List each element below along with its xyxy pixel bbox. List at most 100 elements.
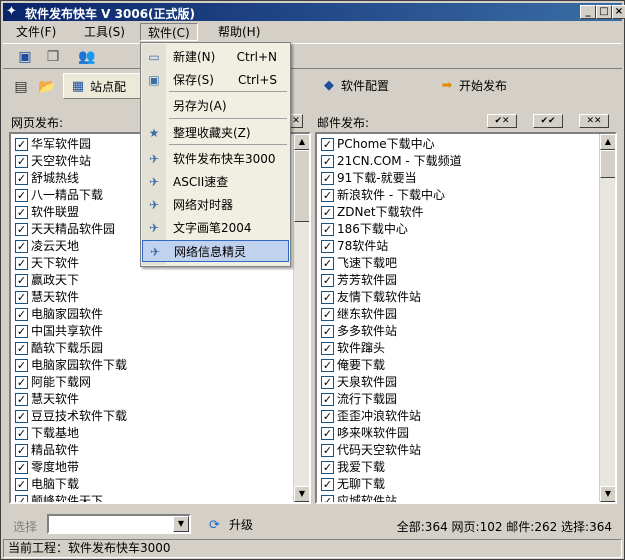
list-item[interactable]: ✓ 下载基地 [13, 425, 127, 442]
checkbox-checked[interactable]: ✓ [321, 495, 334, 502]
checkbox-checked[interactable]: ✓ [321, 274, 334, 287]
list-item[interactable]: ✓ 78软件站 [319, 238, 462, 255]
toggle-check-button[interactable]: ✔✕ [487, 114, 517, 128]
menu-item[interactable]: 另存为(A) [142, 95, 289, 117]
checkbox-checked[interactable]: ✓ [321, 138, 334, 151]
list-item[interactable]: ✓ 继东软件园 [319, 306, 462, 323]
checkbox-checked[interactable]: ✓ [15, 427, 28, 440]
list-item[interactable]: ✓ 凌云天地 [13, 238, 127, 255]
checkbox-checked[interactable]: ✓ [321, 444, 334, 457]
document-icon[interactable]: ❐ [43, 47, 63, 67]
list-item[interactable]: ✓ 21CN.COM - 下载频道 [319, 153, 462, 170]
software-config-button[interactable]: ◆ 软件配置 [319, 73, 389, 99]
start-publish-button[interactable]: ➡ 开始发布 [437, 73, 507, 99]
checkbox-checked[interactable]: ✓ [321, 359, 334, 372]
list-item[interactable]: ✓ 哆来咪软件园 [319, 425, 462, 442]
checkbox-checked[interactable]: ✓ [15, 444, 28, 457]
list-item[interactable]: ✓ 豆豆技术软件下载 [13, 408, 127, 425]
menu-item[interactable]: ✈ 网络对时器 [142, 194, 289, 216]
checkbox-checked[interactable]: ✓ [321, 410, 334, 423]
checkbox-checked[interactable]: ✓ [15, 257, 28, 270]
checkbox-checked[interactable]: ✓ [15, 478, 28, 491]
checkbox-checked[interactable]: ✓ [15, 172, 28, 185]
checkbox-checked[interactable]: ✓ [15, 461, 28, 474]
open-folder-icon[interactable]: 📂 [37, 77, 57, 97]
mail-site-list[interactable]: ✓ PChome下载中心 ✓ 21CN.COM - 下载频道 ✓ 91下载-就要当 ✓ 新浪软… [315, 132, 617, 504]
list-item[interactable]: ✓ 无聊下载 [319, 476, 462, 493]
list-item[interactable]: ✓ 赢政天下 [13, 272, 127, 289]
list-item[interactable]: ✓ 俺要下载 [319, 357, 462, 374]
list-item[interactable]: ✓ 软件蹿头 [319, 340, 462, 357]
checkbox-checked[interactable]: ✓ [15, 274, 28, 287]
list-item[interactable]: ✓ 天泉软件园 [319, 374, 462, 391]
select-combobox[interactable]: ▼ [47, 514, 191, 534]
menu-item[interactable]: ✈ 文字画笔2004 [142, 217, 289, 239]
checkbox-checked[interactable]: ✓ [321, 393, 334, 406]
list-item[interactable]: ✓ 飞速下载吧 [319, 255, 462, 272]
list-item[interactable]: ✓ 零度地带 [13, 459, 127, 476]
checkbox-checked[interactable]: ✓ [321, 291, 334, 304]
page-icon[interactable]: ▤ [11, 77, 31, 97]
checkbox-checked[interactable]: ✓ [15, 495, 28, 502]
list-item[interactable]: ✓ 代码天空软件站 [319, 442, 462, 459]
scroll-thumb[interactable] [294, 150, 309, 222]
list-item[interactable]: ✓ 慧天软件 [13, 289, 127, 306]
checkbox-checked[interactable]: ✓ [15, 189, 28, 202]
checkbox-checked[interactable]: ✓ [15, 240, 28, 253]
menu-tools[interactable]: 工具(S) [77, 23, 132, 41]
scroll-up-button[interactable]: ▲ [600, 134, 615, 150]
checkbox-checked[interactable]: ✓ [321, 172, 334, 185]
list-item[interactable]: ✓ 芳芳软件园 [319, 272, 462, 289]
checkbox-checked[interactable]: ✓ [321, 308, 334, 321]
checkbox-checked[interactable]: ✓ [321, 206, 334, 219]
checkbox-checked[interactable]: ✓ [15, 206, 28, 219]
checkbox-checked[interactable]: ✓ [321, 223, 334, 236]
list-item[interactable]: ✓ 91下载-就要当 [319, 170, 462, 187]
list-item[interactable]: ✓ 电脑下载 [13, 476, 127, 493]
site-config-button[interactable]: ▦ 站点配 [63, 73, 143, 99]
checkbox-checked[interactable]: ✓ [15, 291, 28, 304]
checkbox-checked[interactable]: ✓ [15, 342, 28, 355]
menu-software[interactable]: 软件(C) [140, 23, 198, 41]
list-item[interactable]: ✓ 电脑家园软件下载 [13, 357, 127, 374]
menu-item[interactable]: ▣ 保存(S) Ctrl+S [142, 69, 289, 91]
checkbox-checked[interactable]: ✓ [15, 308, 28, 321]
save-icon[interactable]: ▣ [15, 47, 35, 67]
list-item[interactable]: ✓ 流行下载园 [319, 391, 462, 408]
checkbox-checked[interactable]: ✓ [15, 138, 28, 151]
list-item[interactable]: ✓ 中国共享软件 [13, 323, 127, 340]
list-item[interactable]: ✓ 颠峰软件天下 [13, 493, 127, 502]
list-item[interactable]: ✓ 歪歪冲浪软件站 [319, 408, 462, 425]
checkbox-checked[interactable]: ✓ [321, 342, 334, 355]
chevron-down-icon[interactable]: ▼ [173, 516, 189, 532]
scroll-down-button[interactable]: ▼ [294, 486, 309, 502]
checkbox-checked[interactable]: ✓ [15, 325, 28, 338]
list-item[interactable]: ✓ 酷软下载乐园 [13, 340, 127, 357]
upgrade-button[interactable]: ⟳ 升级 [209, 516, 253, 534]
menu-item[interactable]: ✈ 网络信息精灵 [142, 240, 289, 262]
menu-item[interactable]: ✈ ASCII速查 [142, 171, 289, 193]
menu-item[interactable]: ★ 整理收藏夹(Z) [142, 122, 289, 144]
list-item[interactable]: ✓ 慧天软件 [13, 391, 127, 408]
list-item[interactable]: ✓ 天空软件站 [13, 153, 127, 170]
uncheck-all-button[interactable]: ✕✕ [579, 114, 609, 128]
checkbox-checked[interactable]: ✓ [321, 257, 334, 270]
checkbox-checked[interactable]: ✓ [15, 223, 28, 236]
maximize-button[interactable]: □ [596, 5, 612, 19]
list-item[interactable]: ✓ 应城软件站 [319, 493, 462, 502]
list-item[interactable]: ✓ 天下软件 [13, 255, 127, 272]
title-bar[interactable]: ✦ 软件发布快车 V 3006(正式版) _ □ × [3, 3, 625, 21]
left-panel-toggle-button[interactable]: ✕ [289, 114, 303, 128]
list-item[interactable]: ✓ 华军软件园 [13, 136, 127, 153]
list-item[interactable]: ✓ 天天精品软件园 [13, 221, 127, 238]
checkbox-checked[interactable]: ✓ [321, 461, 334, 474]
scroll-down-button[interactable]: ▼ [600, 486, 615, 502]
checkbox-checked[interactable]: ✓ [321, 427, 334, 440]
list-item[interactable]: ✓ 我爱下载 [319, 459, 462, 476]
list-item[interactable]: ✓ 八一精品下载 [13, 187, 127, 204]
minimize-button[interactable]: _ [580, 5, 596, 19]
checkbox-checked[interactable]: ✓ [15, 155, 28, 168]
checkbox-checked[interactable]: ✓ [321, 478, 334, 491]
checkbox-checked[interactable]: ✓ [321, 155, 334, 168]
checkbox-checked[interactable]: ✓ [321, 189, 334, 202]
